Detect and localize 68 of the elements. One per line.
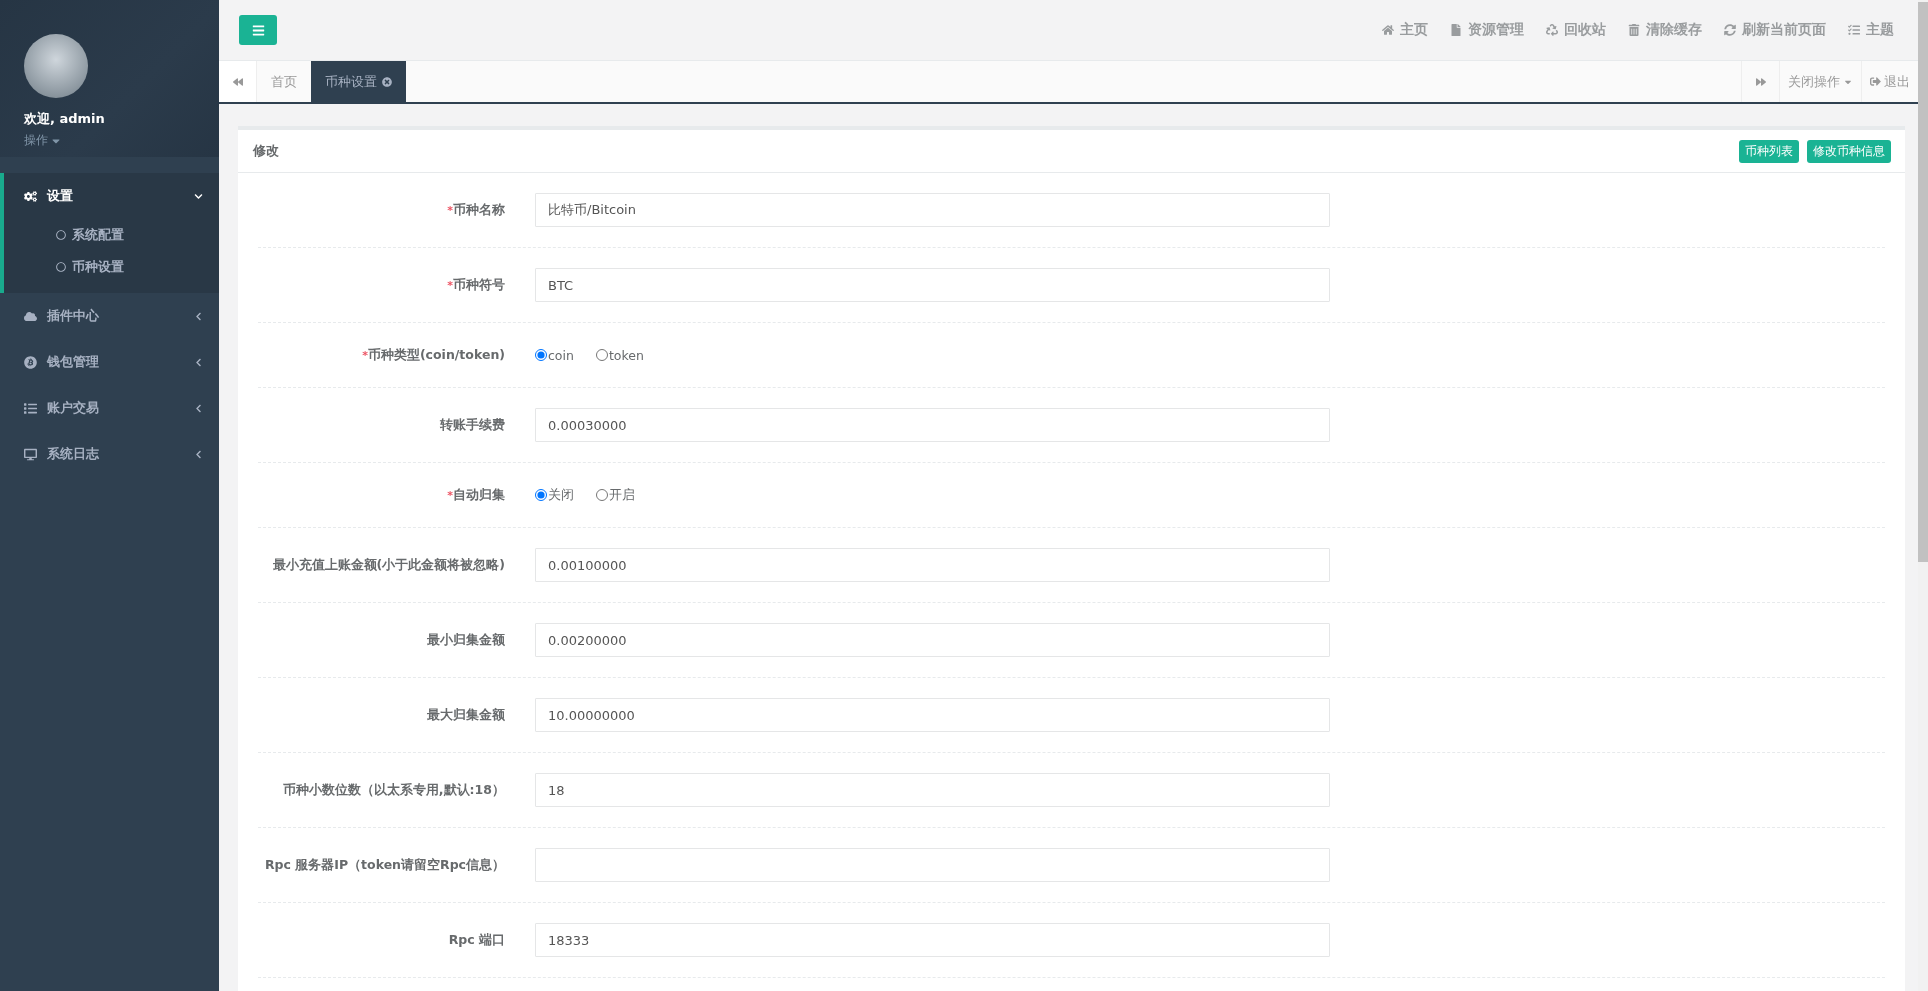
field-label: *币种名称 xyxy=(446,201,505,219)
radio-button[interactable] xyxy=(535,349,547,361)
page-tab[interactable]: 首页 xyxy=(257,61,311,102)
sign-out-icon xyxy=(1870,76,1881,87)
radio-button[interactable] xyxy=(596,489,608,501)
file-icon xyxy=(1450,24,1462,36)
field-label: 转账手续费 xyxy=(439,416,505,434)
nav-label: 插件中心 xyxy=(47,307,100,325)
trash-icon xyxy=(1628,24,1640,36)
double-left-arrow-icon xyxy=(232,76,243,87)
radio-option[interactable]: 开启 xyxy=(596,486,635,504)
double-right-arrow-icon xyxy=(1755,76,1766,87)
radio-option[interactable]: 关闭 xyxy=(535,486,574,504)
input-field[interactable]: 10.00000000 xyxy=(535,698,1330,732)
nav-icon xyxy=(24,189,37,203)
field-label: *币种符号 xyxy=(446,276,505,294)
radio-option[interactable]: coin xyxy=(535,347,574,363)
radio-option[interactable]: token xyxy=(595,347,644,363)
menu-icon xyxy=(251,23,265,37)
input-field[interactable]: BTC xyxy=(535,268,1330,302)
nav-subitem-label: 币种设置 xyxy=(72,258,124,276)
field-label: 最小归集金额 xyxy=(426,631,505,649)
nav-item[interactable]: 钱包管理 xyxy=(4,339,219,385)
header-button[interactable]: 修改币种信息 xyxy=(1807,139,1891,163)
page-tab[interactable]: 币种设置 xyxy=(311,61,406,102)
nav-item[interactable]: 系统日志 xyxy=(4,431,219,477)
field-label: Rpc 服务器IP（token请留空Rpc信息） xyxy=(263,856,505,874)
input-field[interactable]: 0.00200000 xyxy=(535,623,1330,657)
nav-icon xyxy=(24,401,37,415)
field-label: 币种小数位数（以太系专用,默认:18） xyxy=(281,781,505,799)
nav-label: 系统日志 xyxy=(47,445,100,463)
nav-label: 账户交易 xyxy=(47,399,100,417)
recycle-icon xyxy=(1546,24,1558,36)
radio-button[interactable] xyxy=(535,489,547,501)
nav-label: 钱包管理 xyxy=(47,353,100,371)
user-menu[interactable]: 操作 xyxy=(24,132,62,149)
nav-icon xyxy=(24,355,37,369)
field-label: *自动归集 xyxy=(446,486,505,504)
scroll-left-button[interactable] xyxy=(219,61,257,102)
input-field[interactable] xyxy=(535,848,1330,882)
user-greeting: 欢迎, admin xyxy=(24,110,105,128)
home-icon xyxy=(1382,24,1394,36)
card-title: 修改 xyxy=(253,142,279,160)
nav-subitem[interactable]: 系统配置 xyxy=(4,219,219,251)
nav-label: 设置 xyxy=(47,187,74,205)
field-label: Rpc 端口 xyxy=(447,931,505,949)
input-field[interactable]: 18333 xyxy=(535,923,1330,957)
menu-button[interactable] xyxy=(239,15,277,45)
nav-subitem[interactable]: 币种设置 xyxy=(4,251,219,283)
radio-button[interactable] xyxy=(595,349,608,361)
field-label: 最大归集金额 xyxy=(426,706,505,724)
close-icon[interactable] xyxy=(382,76,392,87)
nav-icon xyxy=(24,447,37,461)
nav-item[interactable]: 设置 xyxy=(4,173,219,219)
input-field[interactable]: 比特币/Bitcoin xyxy=(535,193,1330,227)
input-field[interactable]: 0.00030000 xyxy=(535,408,1330,442)
field-label: 最小充值上账金额(小于此金额将被忽略) xyxy=(271,556,505,574)
list-icon xyxy=(1848,24,1860,36)
refresh-icon xyxy=(1724,24,1736,36)
nav-item[interactable]: 账户交易 xyxy=(4,385,219,431)
scrollbar-thumb[interactable] xyxy=(1918,2,1928,562)
input-field[interactable]: 0.00100000 xyxy=(535,548,1330,582)
input-field[interactable]: 18 xyxy=(535,773,1330,807)
nav-icon xyxy=(24,309,37,323)
field-label: *币种类型(coin/token) xyxy=(361,346,505,364)
nav-item[interactable]: 插件中心 xyxy=(4,293,219,339)
header-button[interactable]: 币种列表 xyxy=(1739,139,1799,163)
nav-subitem-label: 系统配置 xyxy=(72,226,124,244)
